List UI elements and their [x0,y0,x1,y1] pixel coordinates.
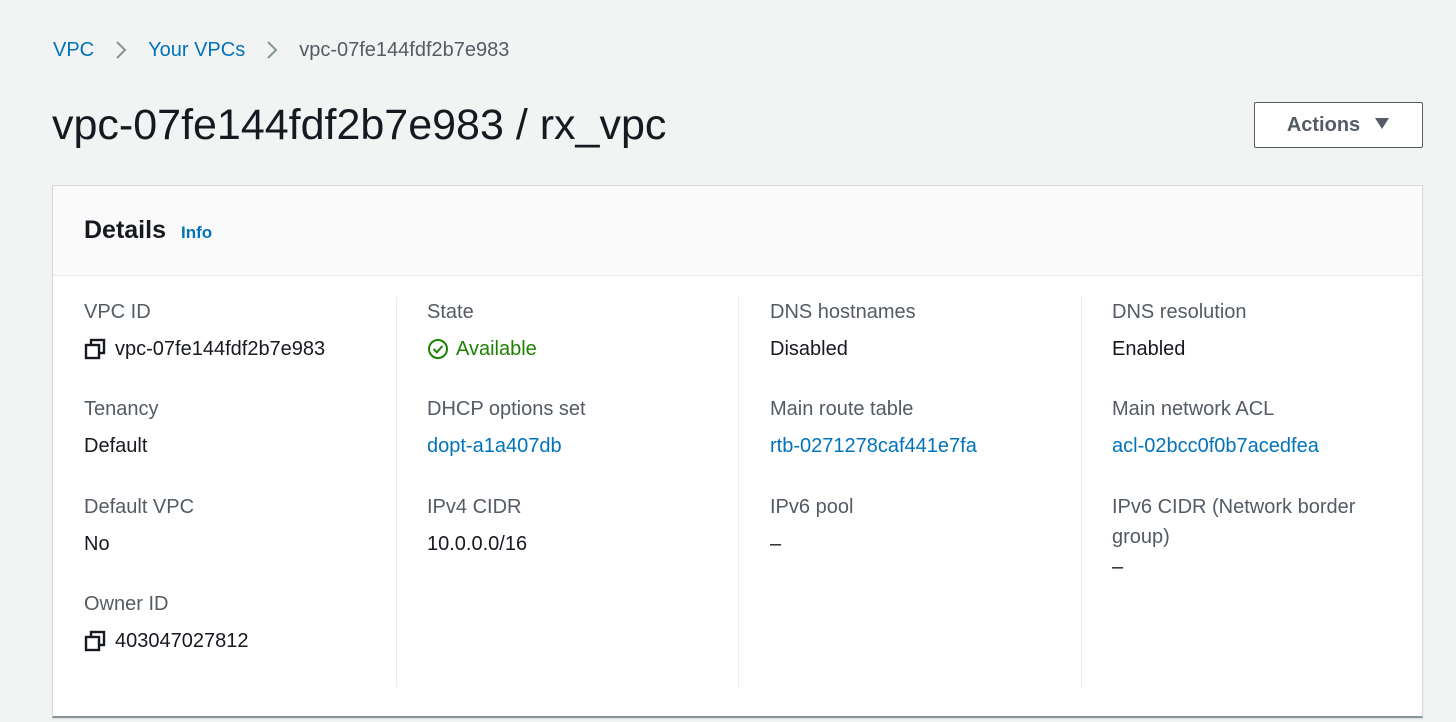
ipv6-pool-value: – [770,533,782,555]
field-value: 403047027812 [84,626,374,656]
breadcrumb: VPC Your VPCs vpc-07fe144fdf2b7e983 [53,36,509,64]
field-dns-resolution: DNS resolution Enabled [1112,297,1402,364]
field-label: DHCP options set [427,398,586,420]
owner-id-value: 403047027812 [115,630,249,652]
field-tenancy: Tenancy Default [84,394,374,461]
field-label: Owner ID [84,593,169,615]
breadcrumb-current-vpc: vpc-07fe144fdf2b7e983 [299,39,510,61]
status-success-icon [427,338,449,360]
details-title: Details [84,216,166,244]
field-label: IPv6 CIDR (Network border group) [1112,496,1356,548]
field-state: State Available [427,297,717,364]
field-label: Main route table [770,398,914,420]
field-label: DNS hostnames [770,301,916,323]
main-route-table-link[interactable]: rtb-0271278caf441e7fa [770,431,1060,461]
actions-button-label: Actions [1286,113,1361,136]
column-divider [1081,297,1082,687]
page-title: vpc-07fe144fdf2b7e983 / rx_vpc [52,101,667,149]
info-link[interactable]: Info [181,223,212,243]
field-label: Main network ACL [1112,398,1275,420]
field-dhcp-options: DHCP options set dopt-a1a407db [427,394,717,461]
column-divider [738,297,739,687]
tenancy-value: Default [84,435,148,457]
details-column-3: DNS hostnames Disabled Main route table … [770,297,1080,687]
field-owner-id: Owner ID 403047027812 [84,589,374,656]
field-main-network-acl: Main network ACL acl-02bcc0f0b7acedfea [1112,394,1402,461]
breadcrumb-your-vpcs-link[interactable]: Your VPCs [148,36,245,64]
column-divider [396,297,397,687]
field-value: vpc-07fe144fdf2b7e983 [84,334,374,364]
details-columns: VPC ID vpc-07fe144fdf2b7e983 Tenancy Def… [53,297,1422,687]
details-column-1: VPC ID vpc-07fe144fdf2b7e983 Tenancy Def… [84,297,396,687]
field-label: State [427,301,474,323]
caret-down-icon [1374,116,1390,135]
ipv4-cidr-value: 10.0.0.0/16 [427,533,528,555]
vpc-details-page: VPC Your VPCs vpc-07fe144fdf2b7e983 vpc-… [0,0,1456,722]
field-label: Default VPC [84,496,195,518]
field-label: VPC ID [84,301,151,323]
copy-icon[interactable] [84,630,106,652]
dhcp-options-link[interactable]: dopt-a1a407db [427,431,717,461]
field-label: DNS resolution [1112,301,1247,323]
details-column-4: DNS resolution Enabled Main network ACL … [1112,297,1402,687]
field-default-vpc: Default VPC No [84,492,374,559]
field-ipv6-cidr: IPv6 CIDR (Network border group) – [1112,492,1382,582]
default-vpc-value: No [84,533,110,555]
actions-button[interactable]: Actions [1254,102,1423,148]
dns-hostnames-value: Disabled [770,338,848,360]
details-panel: Details Info VPC ID vpc-07fe144fdf2b7e98… [52,185,1423,718]
field-label: IPv6 pool [770,496,854,518]
chevron-right-icon [245,36,299,64]
field-ipv6-pool: IPv6 pool – [770,492,1060,559]
details-header: Details Info [53,186,1422,276]
breadcrumb-vpc-link[interactable]: VPC [53,36,94,64]
field-value: Available [427,334,717,364]
dns-resolution-value: Enabled [1112,338,1186,360]
field-label: Tenancy [84,398,159,420]
copy-icon[interactable] [84,338,106,360]
field-main-route-table: Main route table rtb-0271278caf441e7fa [770,394,1060,461]
main-network-acl-link[interactable]: acl-02bcc0f0b7acedfea [1112,431,1402,461]
ipv6-cidr-value: – [1112,556,1124,578]
details-column-2: State Available DHCP options set dopt-a1… [427,297,737,687]
field-ipv4-cidr: IPv4 CIDR 10.0.0.0/16 [427,492,717,559]
field-dns-hostnames: DNS hostnames Disabled [770,297,1060,364]
state-value: Available [456,338,537,360]
vpc-id-value: vpc-07fe144fdf2b7e983 [115,338,326,360]
field-vpc-id: VPC ID vpc-07fe144fdf2b7e983 [84,297,374,364]
chevron-right-icon [94,36,148,64]
field-label: IPv4 CIDR [427,496,522,518]
